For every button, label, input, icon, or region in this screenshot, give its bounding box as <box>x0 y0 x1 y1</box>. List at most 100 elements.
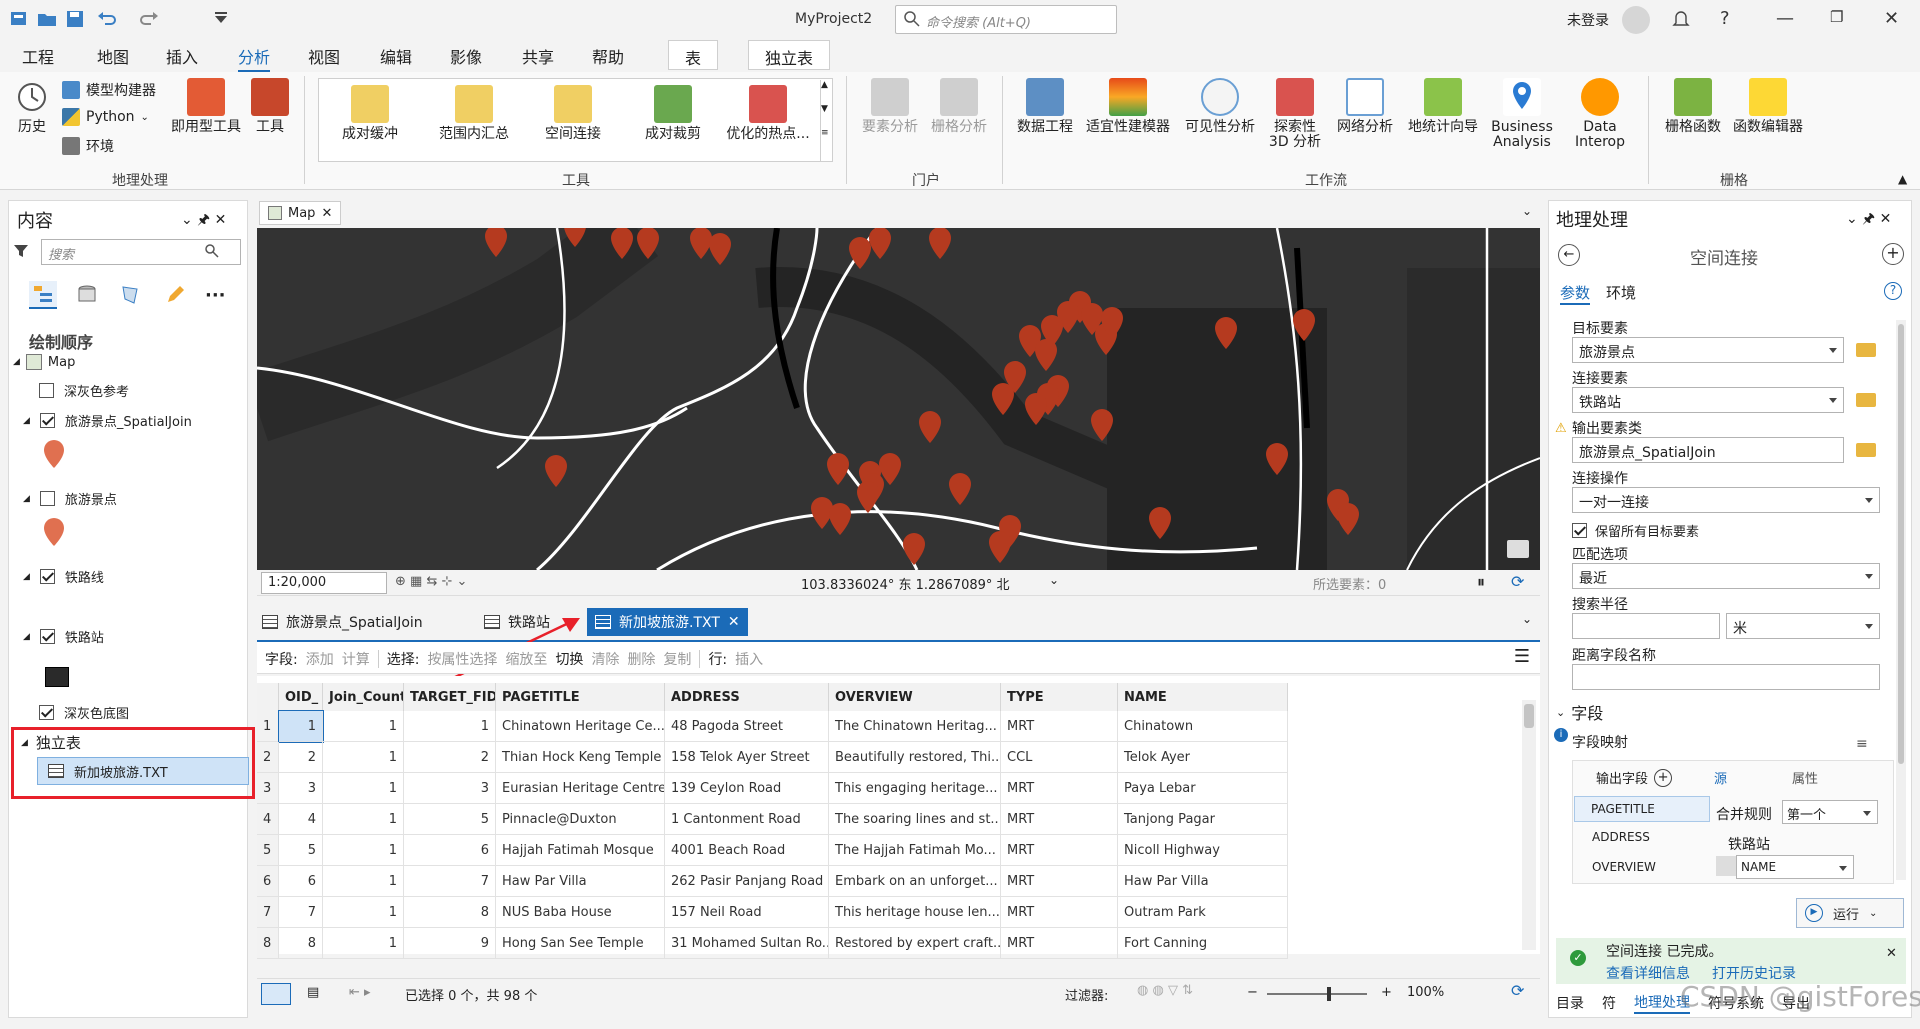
column-header[interactable]: NAME <box>1118 683 1288 711</box>
open-folder-icon[interactable] <box>36 8 58 30</box>
business-analysis-button[interactable]: Business Analysis <box>1484 78 1560 150</box>
select-by-attributes-button[interactable]: 按属性选择 <box>427 649 497 669</box>
tourist-point-marker[interactable] <box>856 480 880 514</box>
table-cell[interactable]: 1 <box>278 710 324 743</box>
tourist-point-marker[interactable] <box>1148 506 1172 540</box>
layer-item[interactable]: ◢ 铁路线 <box>23 567 104 586</box>
standalone-tables-node[interactable]: ◢ 独立表 <box>21 732 81 753</box>
layer-checkbox[interactable] <box>39 705 54 720</box>
table-cell[interactable]: 4001 Beach Road <box>665 835 829 866</box>
tool-pairwise-clip[interactable]: 成对裁剪 <box>633 85 713 142</box>
layer-checkbox[interactable] <box>39 629 55 644</box>
bottom-tab-symbology-short[interactable]: 符 <box>1602 993 1616 1013</box>
menu-edit[interactable]: 编辑 <box>380 44 412 68</box>
tourist-point-marker[interactable] <box>928 228 952 260</box>
column-header[interactable]: ADDRESS <box>665 683 829 711</box>
pane-menu-icon[interactable]: ⌄ 🖈 ✕ <box>1846 208 1891 232</box>
environments-button[interactable]: 环境 <box>62 136 114 156</box>
context-tab-table[interactable]: 表 <box>668 40 719 70</box>
table-cell[interactable]: 1 <box>323 711 404 742</box>
table-cell[interactable]: 157 Neil Road <box>665 897 829 928</box>
tab-parameters[interactable]: 参数 <box>1560 282 1591 305</box>
table-cell[interactable]: MRT <box>1001 897 1118 928</box>
table-cell[interactable]: 48 Pagoda Street <box>665 711 829 742</box>
table-cell[interactable]: 7 <box>404 866 496 897</box>
menu-project[interactable]: 工程 <box>22 44 54 68</box>
menu-insert[interactable]: 插入 <box>166 44 198 68</box>
table-cell[interactable]: Pinnacle@Duxton <box>496 804 665 835</box>
zoom-slider-thumb[interactable] <box>1327 987 1331 1001</box>
row-header[interactable]: 3 <box>257 773 279 804</box>
table-cell[interactable]: The soaring lines and st... <box>829 804 1001 835</box>
list-by-source-icon[interactable] <box>73 281 101 309</box>
table-cell[interactable]: 2 <box>404 742 496 773</box>
gallery-scroll[interactable]: ▲ ▼ ≡ <box>820 80 833 162</box>
close-window-button[interactable]: ✕ <box>1884 8 1899 29</box>
table-cell[interactable]: 8 <box>279 928 323 959</box>
table-cell[interactable]: Telok Ayer <box>1118 742 1288 773</box>
copy-button[interactable]: 复制 <box>663 649 691 669</box>
map-nav-tools-icon[interactable]: ⊕ ▦ ⇆ ⊹ ⌄ <box>395 574 467 589</box>
expand-triangle-icon[interactable]: ◢ <box>23 416 30 426</box>
command-search-input[interactable]: 命令搜索 (Alt+Q) <box>895 5 1117 34</box>
table-cell[interactable]: CCL <box>1001 742 1118 773</box>
tourist-point-marker[interactable] <box>1090 408 1114 442</box>
show-selected-icon[interactable]: ▤ <box>307 985 319 1000</box>
table-cell[interactable]: 1 <box>323 773 404 804</box>
close-message-icon[interactable]: ✕ <box>1886 946 1897 961</box>
menu-imagery[interactable]: 影像 <box>450 44 482 68</box>
menu-share[interactable]: 共享 <box>522 44 554 68</box>
filter-icons[interactable]: ◍ ◍ ▽ ⇅ <box>1137 983 1193 998</box>
tourist-point-marker[interactable] <box>610 228 634 260</box>
tourist-point-marker[interactable] <box>636 228 660 260</box>
table-cell[interactable]: 158 Telok Ayer Street <box>665 742 829 773</box>
function-editor-button[interactable]: 函数编辑器 <box>1728 78 1808 135</box>
exploratory-3d-button[interactable]: 探索性 3D 分析 <box>1264 78 1326 150</box>
view-details-link[interactable]: 查看详细信息 <box>1606 963 1690 983</box>
zoom-percent[interactable]: 100% <box>1407 985 1444 1000</box>
refresh-icon[interactable]: ⟳ <box>1511 981 1524 1000</box>
tab-properties[interactable]: 属性 <box>1792 768 1818 787</box>
table-cell[interactable]: 262 Pasir Panjang Road <box>665 866 829 897</box>
collapse-ribbon-icon[interactable]: ▲ <box>1898 172 1907 186</box>
row-header[interactable]: 7 <box>257 897 279 928</box>
table-cell[interactable]: NUS Baba House <box>496 897 665 928</box>
feature-analysis-button[interactable]: 要素分析 <box>860 78 920 135</box>
table-cell[interactable]: Hong San See Temple <box>496 928 665 959</box>
vertical-scrollbar[interactable] <box>1522 700 1536 950</box>
delete-button[interactable]: 删除 <box>627 649 655 669</box>
table-cell[interactable]: MRT <box>1001 928 1118 959</box>
tourist-point-marker[interactable] <box>1336 502 1360 536</box>
refresh-icon[interactable]: ⟳ <box>1511 572 1524 591</box>
chevron-down-icon[interactable]: ⌄ <box>1049 573 1059 587</box>
undo-icon[interactable] <box>96 8 118 30</box>
history-button[interactable]: 历史 <box>10 78 54 135</box>
match-option-select[interactable]: 最近 <box>1572 563 1880 589</box>
calculate-field-button[interactable]: 计算 <box>342 649 370 669</box>
column-header[interactable]: OID_ <box>279 683 323 711</box>
table-cell[interactable]: Paya Lebar <box>1118 773 1288 804</box>
column-header[interactable]: OVERVIEW <box>829 683 1001 711</box>
table-cell[interactable]: 5 <box>279 835 323 866</box>
tourist-point-marker[interactable] <box>1265 442 1289 476</box>
table-cell[interactable]: 6 <box>404 835 496 866</box>
layer-item[interactable]: ◢ 旅游景点 <box>23 489 117 508</box>
avatar[interactable] <box>1622 6 1650 34</box>
expand-triangle-icon[interactable]: ◢ <box>21 738 28 748</box>
layer-item[interactable]: ◢ 旅游景点_SpatialJoin <box>23 411 192 430</box>
merge-rule-select[interactable]: 第一个 <box>1782 800 1878 824</box>
table-cell[interactable]: The Chinatown Heritag... <box>829 711 1001 742</box>
table-cell[interactable]: Nicoll Highway <box>1118 835 1288 866</box>
zoom-to-button[interactable]: 缩放至 <box>505 649 547 669</box>
tool-pairwise-buffer[interactable]: 成对缓冲 <box>331 85 409 142</box>
table-cell[interactable]: Chinatown <box>1118 711 1288 742</box>
tab-source[interactable]: 源 <box>1714 768 1727 787</box>
source-field-select[interactable]: NAME <box>1736 855 1854 879</box>
model-builder-button[interactable]: 模型构建器 <box>62 80 156 100</box>
folder-icon[interactable] <box>1856 393 1876 407</box>
table-cell[interactable]: Chinatown Heritage Ce... <box>496 711 665 742</box>
list-by-drawing-order-icon[interactable] <box>29 281 57 309</box>
table-cell[interactable]: 1 <box>323 742 404 773</box>
pane-menu-icon[interactable]: ⌄ 🖈 ✕ <box>181 209 226 233</box>
bottom-tab-catalog[interactable]: 目录 <box>1556 993 1584 1013</box>
